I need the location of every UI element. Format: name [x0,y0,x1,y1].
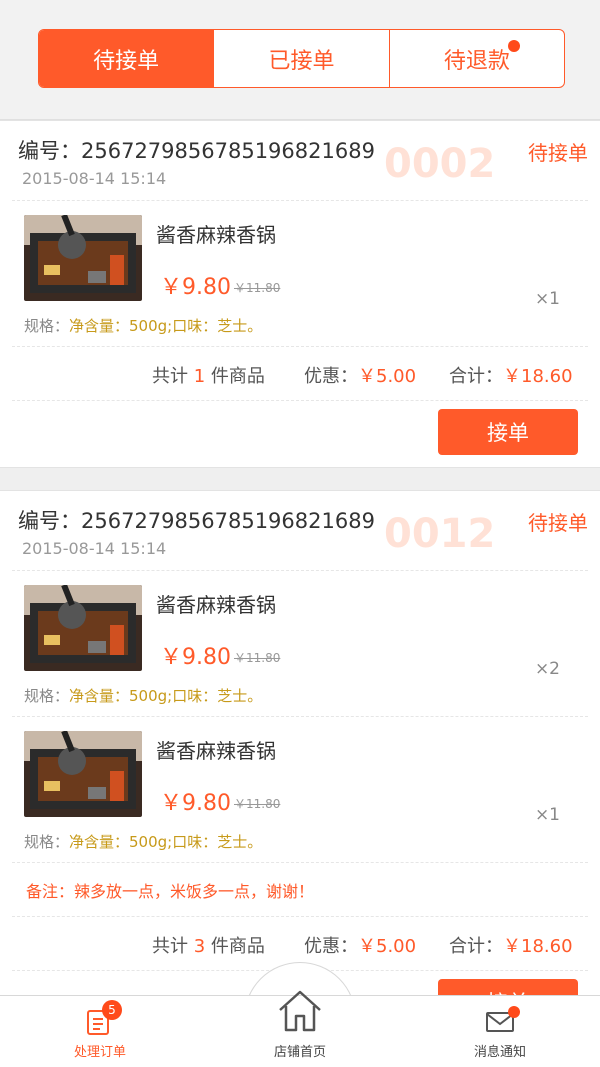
order-item[interactable]: 酱香麻辣香锅 ￥9.80 ￥11.80 ×1 规格：净含量：500g;口味：芝士… [12,201,588,347]
order-time: 2015-08-14 15:14 [22,169,167,188]
order-card: 编号：25672798567851968216​89 2015-08-14 15… [0,490,600,1025]
product-quantity: ×1 [534,805,560,825]
nav-store-home[interactable]: 店铺首页 [200,990,400,1067]
order-remark: 备注：辣多放一点，米饭多一点，谢谢！ [12,863,588,917]
product-price: ￥9.80 [160,645,231,670]
nav-process-orders[interactable]: 5 处理订单 [0,996,200,1067]
product-price: ￥9.80 [160,275,231,300]
nav-messages[interactable]: 消息通知 [400,996,600,1067]
order-number: 编号：25672798567851968216​89 [18,509,375,533]
order-time: 2015-08-14 15:14 [22,539,167,558]
order-card: 编号：25672798567851968216​89 2015-08-14 15… [0,120,600,468]
accept-order-button[interactable]: 接单 [438,409,578,455]
order-header: 编号：25672798567851968216​89 2015-08-14 15… [12,491,588,571]
product-original-price: ￥11.80 [234,797,281,811]
orders-page: 待接单 已接单 待退款 编号：25672798567851968216​89 2… [0,0,600,1067]
tab-pending-accept[interactable]: 待接单 [39,30,214,87]
nav-label: 店铺首页 [273,1045,326,1060]
remark-text: 备注：辣多放一点，米饭多一点，谢谢！ [26,882,315,901]
order-total: 合计：￥18.60 [449,936,573,957]
product-name: 酱香麻辣香锅 [156,739,276,763]
product-image [24,215,142,301]
product-spec: 规格：净含量：500g;口味：芝士。 [24,315,262,336]
product-original-price: ￥11.80 [234,651,281,665]
product-original-price: ￥11.80 [234,281,281,295]
tab-bar-area: 待接单 已接单 待退款 [0,0,600,120]
bottom-navigation: 5 处理订单 店铺首页 消息通知 [0,990,600,1067]
item-count: 共计 1 件商品 [152,366,265,387]
tab-accepted[interactable]: 已接单 [213,30,388,87]
order-total: 合计：￥18.60 [449,366,573,387]
spec-value: 净含量：500g;口味：芝士。 [69,687,263,705]
order-item[interactable]: 酱香麻辣香锅 ￥9.80 ￥11.80 ×2 规格：净含量：500g;口味：芝士… [12,571,588,717]
product-spec: 规格：净含量：500g;口味：芝士。 [24,831,262,852]
item-count: 共计 3 件商品 [152,936,265,957]
discount: 优惠：￥5.00 [304,936,417,957]
order-status: 待接单 [528,511,588,535]
order-status: 待接单 [528,141,588,165]
discount: 优惠：￥5.00 [304,366,417,387]
product-name: 酱香麻辣香锅 [156,593,276,617]
spec-label: 规格： [24,687,70,705]
product-image [24,585,142,671]
spec-value: 净含量：500g;口味：芝士。 [69,317,263,335]
product-image [24,731,142,817]
order-header: 编号：25672798567851968216​89 2015-08-14 15… [12,121,588,201]
nav-label: 消息通知 [473,1045,526,1060]
order-item[interactable]: 酱香麻辣香锅 ￥9.80 ￥11.80 ×1 规格：净含量：500g;口味：芝士… [12,717,588,863]
spec-label: 规格： [24,317,70,335]
nav-label: 处理订单 [73,1045,126,1060]
message-notification-dot [508,1006,520,1018]
home-icon [279,990,321,1032]
tab-pending-refund-label: 待退款 [443,48,510,74]
order-number: 编号：25672798567851968216​89 [18,139,375,163]
order-actions: 接单 [0,401,600,467]
product-quantity: ×1 [534,289,560,309]
order-status-tabs: 待接单 已接单 待退款 [38,29,565,88]
order-queue-number: 0002 [384,141,496,187]
orders-badge: 5 [102,1000,122,1020]
order-queue-number: 0012 [384,511,496,557]
product-spec: 规格：净含量：500g;口味：芝士。 [24,685,262,706]
tab-pending-refund[interactable]: 待退款 [388,30,564,87]
product-name: 酱香麻辣香锅 [156,223,276,247]
notification-dot [507,40,520,52]
spec-value: 净含量：500g;口味：芝士。 [69,833,263,851]
order-summary: 共计 1 件商品 优惠：￥5.00 合计：￥18.60 [12,347,588,401]
product-price: ￥9.80 [160,791,231,816]
product-quantity: ×2 [534,659,560,679]
spec-label: 规格： [24,833,70,851]
